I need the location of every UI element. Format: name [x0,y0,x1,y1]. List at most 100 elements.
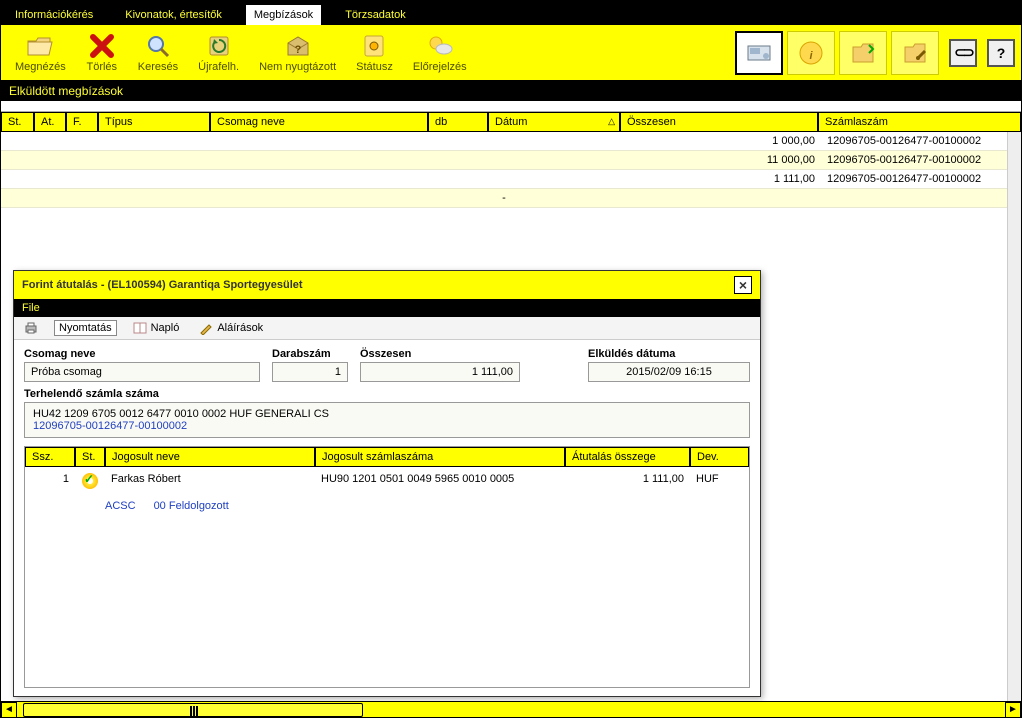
inner-table-status-row: ACSC 00 Feldolgozott [25,498,749,518]
ih-amt[interactable]: Átutalás összege [565,447,690,467]
view-button[interactable]: Megnézés [7,30,74,75]
elkuld-field[interactable]: 2015/02/09 16:15 [588,362,750,382]
column-headers: St. At. F. Típus Csomag neve db Dátum△ Ö… [1,111,1021,132]
account-cell: 12096705-00126477-00100002 [821,132,1007,150]
log-button[interactable]: Napló [129,320,184,336]
cell-amt: 1 111,00 [565,471,690,494]
forecast-button[interactable]: Előrejelzés [405,30,475,75]
status-button[interactable]: Státusz [348,30,401,75]
ih-dev[interactable]: Dev. [690,447,749,467]
printer-icon [24,321,38,335]
print-label: Nyomtatás [59,322,112,334]
page-subtitle: Elküldött megbízások [1,81,1021,101]
tab-torzsadatok[interactable]: Törzsadatok [337,5,414,25]
ih-szam[interactable]: Jogosult számlaszáma [315,447,565,467]
forecast-label: Előrejelzés [413,61,467,73]
delete-button[interactable]: Törlés [78,30,126,75]
log-label: Napló [151,322,180,334]
table-row[interactable]: 1 000,00 12096705-00126477-00100002 [1,132,1007,151]
dialog-title: Forint átutalás - (EL100594) Garantiqa S… [22,279,303,291]
inner-table-row[interactable]: 1 Farkas Róbert HU90 1201 0501 0049 5965… [25,467,749,498]
close-button[interactable]: × [734,276,752,294]
tab-informaciokeres[interactable]: Információkérés [7,5,101,25]
col-f[interactable]: F. [66,112,98,132]
reload-button[interactable]: Újrafelh. [190,30,247,75]
scroll-left-button[interactable]: ◄ [1,702,17,718]
cell-nev: Farkas Róbert [105,471,315,494]
reload-label: Újrafelh. [198,61,239,73]
horizontal-scrollbar[interactable]: ◄ ► [1,701,1021,717]
tab-kivonatok[interactable]: Kivonatok, értesítők [117,5,230,25]
csomag-field[interactable]: Próba csomag [24,362,260,382]
inner-table-header: Ssz. St. Jogosult neve Jogosult számlasz… [25,447,749,467]
rt-button-folder-in[interactable] [839,31,887,75]
tab-megbizasok[interactable]: Megbízások [246,5,321,25]
col-db[interactable]: db [428,112,488,132]
elkuld-group: Elküldés dátuma 2015/02/09 16:15 [588,348,750,382]
search-button[interactable]: Keresés [130,30,186,75]
col-tipus[interactable]: Típus [98,112,210,132]
magnifier-icon [144,32,172,60]
delete-label: Törlés [86,61,117,73]
col-st[interactable]: St. [1,112,34,132]
scroll-track[interactable] [17,702,1005,718]
reload-icon [205,32,233,60]
table-row[interactable]: - [1,189,1007,208]
ih-nev[interactable]: Jogosult neve [105,447,315,467]
print-button[interactable] [20,320,42,336]
rt-button-info[interactable]: i [787,31,835,75]
top-tabs: Információkérés Kivonatok, értesítők Meg… [1,1,1021,25]
col-szamlaszam[interactable]: Számlaszám [818,112,1021,132]
col-osszesen[interactable]: Összesen [620,112,818,132]
ossz-label: Összesen [360,348,520,360]
dialog-title-bar[interactable]: Forint átutalás - (EL100594) Garantiqa S… [14,271,760,299]
account-short[interactable]: 12096705-00126477-00100002 [33,420,741,432]
amount-cell: 11 000,00 [1,151,821,169]
darab-group: Darabszám 1 [272,348,348,382]
account-cell: 12096705-00126477-00100002 [821,170,1007,188]
dialog-body: Csomag neve Próba csomag Darabszám 1 Öss… [14,340,760,696]
ih-ssz[interactable]: Ssz. [25,447,75,467]
inner-table-body: 1 Farkas Róbert HU90 1201 0501 0049 5965… [25,467,749,687]
link-button[interactable]: ⊂⊃ [949,39,977,67]
vertical-scrollbar[interactable] [1007,132,1021,701]
table-row[interactable]: 1 111,00 12096705-00126477-00100002 [1,170,1007,189]
col-at[interactable]: At. [34,112,66,132]
folder-open-icon [26,32,54,60]
col-datum[interactable]: Dátum△ [488,112,620,132]
csomag-group: Csomag neve Próba csomag [24,348,260,382]
dash-cell: - [1,189,1007,207]
col-csomag[interactable]: Csomag neve [210,112,428,132]
weather-icon [426,32,454,60]
form-row-1: Csomag neve Próba csomag Darabszám 1 Öss… [24,348,750,382]
unack-label: Nem nyugtázott [259,61,336,73]
status-code: ACSC [105,500,136,512]
cell-szam: HU90 1201 0501 0049 5965 0010 0005 [315,471,565,494]
print-text-button[interactable]: Nyomtatás [54,320,117,336]
unack-button[interactable]: ? Nem nyugtázott [251,30,344,75]
rt-button-folder-tool[interactable] [891,31,939,75]
dialog-toolbar: Nyomtatás Napló Aláírások [14,317,760,340]
cell-dev: HUF [690,471,749,494]
amount-cell: 1 000,00 [1,132,821,150]
status-text: 00 Feldolgozott [154,500,229,512]
help-button[interactable]: ? [987,39,1015,67]
darab-field[interactable]: 1 [272,362,348,382]
main-toolbar: Megnézés Törlés Keresés Újrafelh. ? Nem … [1,25,1021,81]
signatures-button[interactable]: Aláírások [195,320,267,336]
dialog-menu: File [14,299,760,317]
view-label: Megnézés [15,61,66,73]
ossz-field[interactable]: 1 111,00 [360,362,520,382]
cell-st [75,471,105,494]
amount-cell: 1 111,00 [1,170,821,188]
ossz-group: Összesen 1 111,00 [360,348,520,382]
menu-file[interactable]: File [22,302,40,314]
scroll-thumb[interactable] [23,703,363,717]
table-row[interactable]: 11 000,00 12096705-00126477-00100002 [1,151,1007,170]
status-label: Státusz [356,61,393,73]
rt-button-1[interactable] [735,31,783,75]
account-cell: 12096705-00126477-00100002 [821,151,1007,169]
svg-text:?: ? [294,44,301,56]
ih-st[interactable]: St. [75,447,105,467]
scroll-right-button[interactable]: ► [1005,702,1021,718]
